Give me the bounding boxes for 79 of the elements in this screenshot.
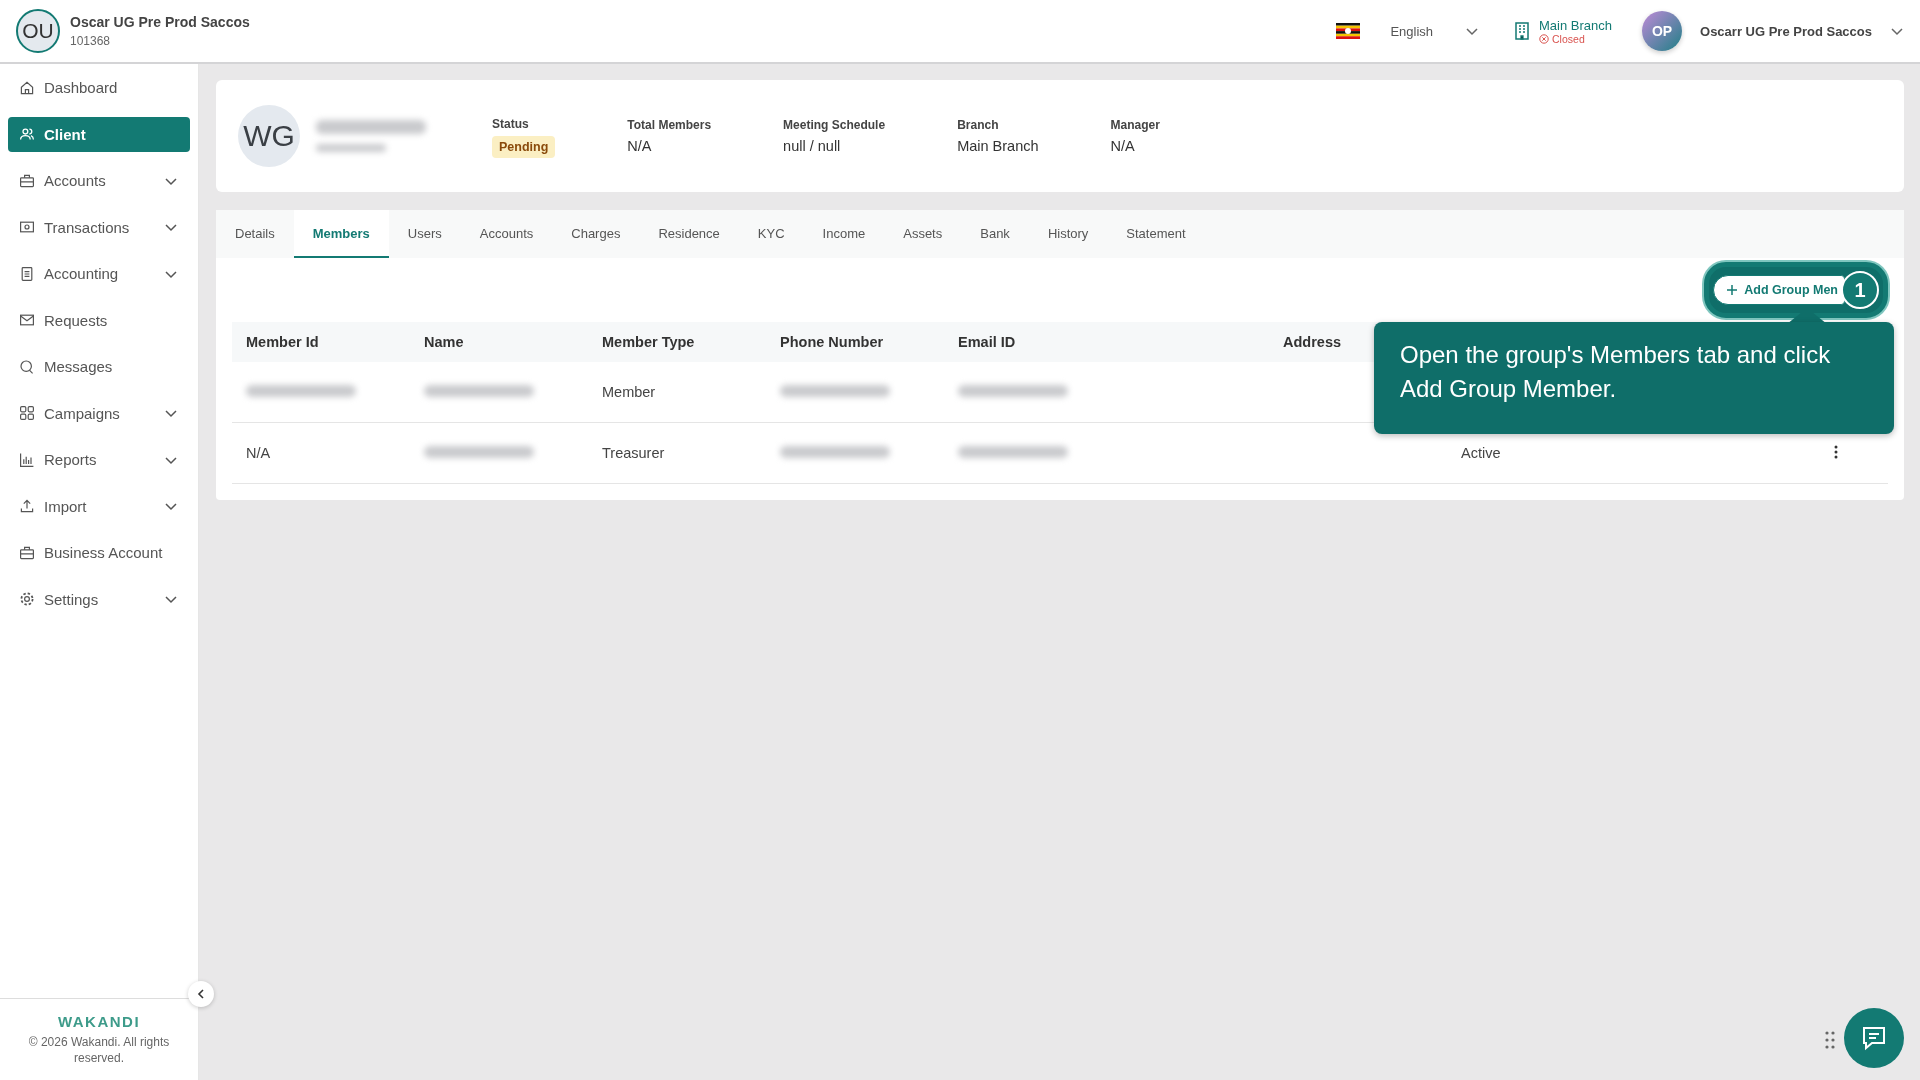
chevron-left-icon	[195, 988, 207, 1000]
mail-icon	[19, 312, 35, 328]
field-value: Main Branch	[957, 138, 1039, 154]
sidebar-item[interactable]: Accounts	[8, 163, 190, 198]
tab[interactable]: Bank	[961, 210, 1029, 258]
sidebar-item[interactable]: Campaigns	[8, 395, 190, 431]
uganda-flag-icon	[1336, 23, 1361, 39]
column-header: Name	[424, 334, 464, 350]
sidebar-item[interactable]: Import	[8, 488, 190, 524]
user-avatar[interactable]: OP	[1642, 11, 1682, 51]
status-badge: Pending	[492, 136, 556, 158]
field-label: Total Members	[627, 118, 712, 132]
column-header: Member Id	[246, 334, 319, 350]
redacted-text	[316, 144, 386, 152]
sidebar-item[interactable]: Transactions	[8, 209, 190, 245]
sidebar-item[interactable]: Settings	[8, 581, 190, 617]
org-avatar: OU	[16, 9, 60, 53]
collapse-sidebar-button[interactable]	[188, 981, 214, 1007]
tab[interactable]: Assets	[884, 210, 962, 258]
sidebar-item[interactable]: Client	[8, 116, 190, 152]
column-header: Email ID	[958, 334, 1016, 350]
field-value: N/A	[1110, 138, 1136, 154]
sidebar-item[interactable]: Dashboard	[8, 70, 190, 105]
user-name[interactable]: Oscarr UG Pre Prod Saccos	[1700, 23, 1872, 39]
org-name: Oscar UG Pre Prod Saccos	[70, 14, 250, 30]
group-avatar: WG	[238, 105, 300, 167]
tab[interactable]: History	[1028, 210, 1108, 258]
tab[interactable]: Details	[216, 210, 294, 258]
table-cell: N/A	[246, 445, 271, 461]
field-label: Branch	[957, 118, 1000, 132]
close-circle-icon	[1539, 33, 1550, 44]
upload-icon	[19, 498, 35, 514]
tour-tooltip: Open the group's Members tab and click Add Group Member.	[1374, 322, 1894, 434]
field-value: null / null	[783, 138, 842, 154]
home-icon	[19, 79, 35, 96]
briefcase-icon	[19, 544, 35, 561]
column-header: Member Type	[602, 334, 695, 350]
copyright-text: © 2026 Wakandi. All rights reserved.	[27, 1034, 171, 1066]
tab[interactable]: Accounts	[460, 210, 553, 258]
sidebar-item[interactable]: Messages	[8, 349, 190, 384]
field-label: Status	[492, 117, 530, 131]
drag-handle-icon[interactable]	[1824, 1030, 1836, 1050]
branch-name[interactable]: Main Branch	[1539, 17, 1612, 33]
table-cell: Treasurer	[602, 445, 665, 461]
building-icon	[1515, 22, 1530, 40]
tab[interactable]: Charges	[552, 210, 640, 258]
field-label: Meeting Schedule	[783, 118, 886, 132]
users-icon	[19, 126, 35, 142]
plus-icon	[1726, 284, 1739, 296]
field-label: Manager	[1110, 118, 1160, 132]
add-group-member-button[interactable]: Add Group Men	[1713, 275, 1845, 305]
branch-status: Closed	[1552, 32, 1585, 45]
column-header: Phone Number	[780, 334, 884, 350]
sidebar-item[interactable]: Accounting	[8, 256, 190, 291]
sidebar-item[interactable]: Business Account	[8, 535, 190, 570]
grid-icon	[19, 405, 35, 421]
sidebar-item[interactable]: Requests	[8, 302, 190, 338]
field-value: N/A	[627, 138, 653, 154]
more-options-icon[interactable]	[1834, 444, 1838, 459]
brand-logo: WAKANDI	[57, 1013, 141, 1030]
ledger-icon	[19, 265, 35, 282]
table-cell: Active	[1461, 445, 1501, 461]
tab[interactable]: Income	[803, 210, 885, 258]
gear-icon	[19, 591, 35, 607]
org-code: 101368	[70, 34, 112, 48]
tab[interactable]: KYC	[738, 210, 804, 258]
tab[interactable]: Residence	[639, 210, 739, 258]
tab[interactable]: Statement	[1107, 210, 1205, 258]
step-badge: 1	[1841, 271, 1879, 309]
money-icon	[19, 219, 35, 235]
tab[interactable]: Users	[388, 210, 461, 258]
column-header: Address	[1283, 334, 1342, 350]
sidebar-item[interactable]: Reports	[8, 442, 190, 477]
briefcase-icon	[19, 172, 35, 189]
chart-icon	[19, 451, 35, 468]
chat-button[interactable]	[1844, 1008, 1904, 1068]
language-selector[interactable]: English	[1390, 23, 1434, 39]
tab[interactable]: Members	[293, 210, 389, 258]
table-cell: Member	[602, 384, 656, 400]
